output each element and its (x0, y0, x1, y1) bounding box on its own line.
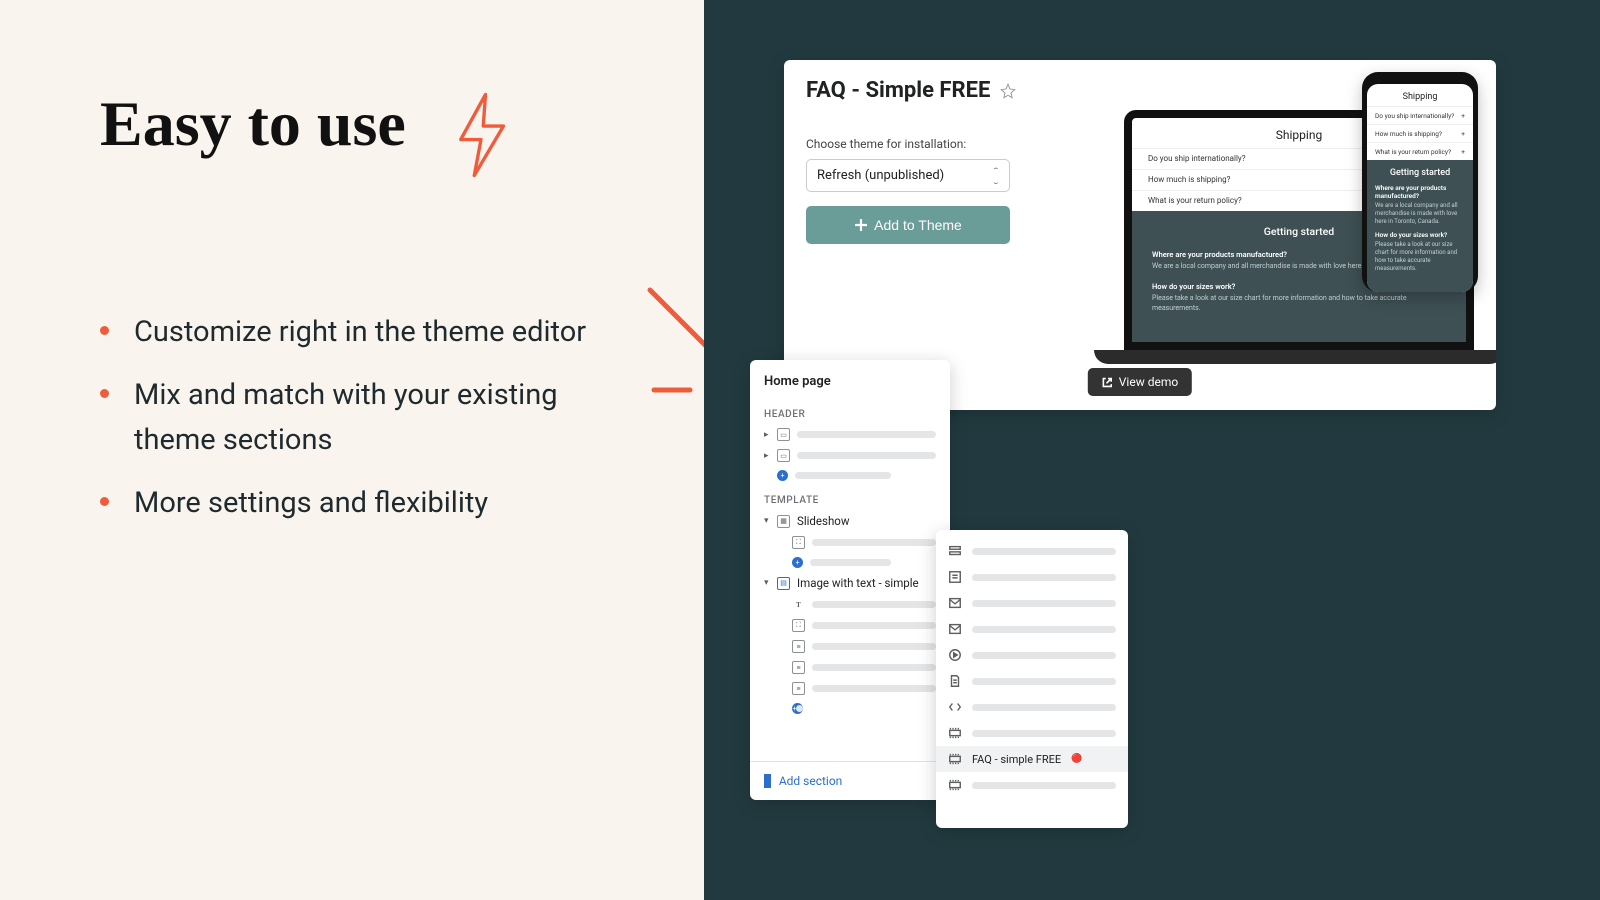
paragraph-icon: ≡ (792, 640, 805, 653)
editor-add-row[interactable]: + (750, 553, 950, 572)
caret-down-icon: ▾ (764, 516, 770, 526)
theme-select[interactable]: Refresh (unpublished) (806, 159, 1010, 192)
external-link-icon (1102, 377, 1113, 388)
editor-page-title: Home page (750, 360, 950, 399)
phone-mockup: Shipping Do you ship internationally?+ H… (1362, 72, 1478, 292)
plus-icon (854, 218, 868, 232)
image-text-icon: ▤ (777, 577, 790, 590)
star-icon[interactable] (1000, 83, 1016, 99)
picker-option[interactable] (936, 590, 1128, 616)
faq-answer: Please take a look at our size chart for… (1375, 241, 1465, 272)
editor-add-row[interactable]: + (750, 699, 950, 718)
section-icon (948, 726, 962, 740)
picker-option[interactable] (936, 564, 1128, 590)
picker-option[interactable] (936, 668, 1128, 694)
getting-started-heading: Getting started (1375, 168, 1465, 178)
page-heading: Easy to use (100, 90, 406, 157)
faq-question: Where are your products manufactured? (1375, 184, 1465, 200)
picker-option[interactable] (936, 616, 1128, 642)
paragraph-icon: ≡ (792, 661, 805, 674)
block-icon: ⛶ (792, 619, 805, 632)
faq-accordion-item[interactable]: How much is shipping?+ (1367, 124, 1473, 142)
laptop-base (1094, 350, 1496, 364)
slideshow-row[interactable]: ▾▦Slideshow (750, 510, 950, 532)
faq-accordion-item[interactable]: Do you ship internationally?+ (1367, 106, 1473, 124)
document-icon (948, 674, 962, 688)
view-demo-button[interactable]: View demo (1088, 368, 1192, 396)
left-panel: Easy to use Customize right in the theme… (0, 0, 704, 900)
header-label: HEADER (750, 399, 950, 424)
block-picker-popout: FAQ - simple FREE🔴 (936, 530, 1128, 828)
caret-right-icon: ▸ (764, 430, 770, 440)
paragraph-icon: ≡ (792, 682, 805, 695)
add-button-label: Add to Theme (874, 217, 962, 233)
editor-block-row[interactable]: ⛶ (750, 532, 950, 553)
browser-chrome (992, 470, 1496, 480)
block-icon: ⛶ (792, 536, 805, 549)
app-badge-icon: 🔴 (1071, 754, 1082, 764)
add-icon: + (764, 774, 771, 788)
bullet-item: Customize right in the theme editor (100, 310, 620, 355)
shoe-image (1193, 536, 1410, 760)
picker-option[interactable] (936, 538, 1128, 564)
section-icon: ▭ (777, 449, 790, 462)
faq-question: How do your sizes work? (1375, 231, 1465, 239)
add-section-button[interactable]: + Add section (750, 761, 950, 800)
mail-icon (948, 596, 962, 610)
play-icon (948, 648, 962, 662)
picker-option[interactable] (936, 772, 1128, 798)
picker-option[interactable] (936, 694, 1128, 720)
faq-accordion-item[interactable]: What is your return policy?+ (1367, 142, 1473, 160)
heading-wrap: Easy to use (100, 90, 634, 180)
add-icon: + (792, 557, 803, 568)
theme-select-value: Refresh (unpublished) (817, 168, 944, 183)
code-icon (948, 700, 962, 714)
editor-block-row[interactable]: T (750, 594, 950, 615)
image-with-text-row[interactable]: ▾▤Image with text - simple (750, 572, 950, 594)
demo-image-area (1184, 526, 1420, 769)
editor-block-row[interactable]: ≡ (750, 636, 950, 657)
picker-option[interactable] (936, 720, 1128, 746)
view-demo-label: View demo (1119, 375, 1178, 389)
add-icon: + (792, 703, 803, 714)
faq-answer: We are a local company and all merchandi… (1375, 202, 1465, 225)
text-icon: T (792, 598, 805, 611)
right-panel: FAQ - Simple FREE Choose theme for insta… (704, 0, 1600, 900)
image-icon: ▦ (777, 515, 790, 528)
install-card: FAQ - Simple FREE Choose theme for insta… (784, 60, 1496, 410)
editor-section-row[interactable]: ▸▭ (750, 445, 950, 466)
picker-option[interactable] (936, 642, 1128, 668)
caret-down-icon: ▾ (764, 578, 770, 588)
phone-notch (1399, 76, 1441, 82)
add-section-label: Add section (779, 774, 843, 788)
getting-started-block: Getting started Where are your products … (1367, 160, 1473, 292)
section-icon: ▭ (777, 428, 790, 441)
editor-block-row[interactable]: ≡ (750, 657, 950, 678)
bullet-list: Customize right in the theme editor Mix … (100, 310, 634, 526)
faq-shipping-heading: Shipping (1367, 84, 1473, 106)
editor-add-row[interactable]: + (750, 466, 950, 485)
section-icon (948, 752, 962, 766)
add-to-theme-button[interactable]: Add to Theme (806, 206, 1010, 244)
phone-screen: Shipping Do you ship internationally?+ H… (1367, 84, 1473, 292)
picker-option-faq[interactable]: FAQ - simple FREE🔴 (936, 746, 1128, 772)
lightning-icon (446, 90, 516, 180)
template-label: TEMPLATE (750, 485, 950, 510)
theme-editor-panel: Home page HEADER ▸▭ ▸▭ + TEMPLATE ▾▦Slid… (750, 360, 950, 800)
layout-icon (948, 544, 962, 558)
mail-icon (948, 622, 962, 636)
add-icon: + (777, 470, 788, 481)
install-title: FAQ - Simple FREE (806, 78, 990, 103)
caret-right-icon: ▸ (764, 451, 770, 461)
text-block-icon (948, 570, 962, 584)
editor-section-row[interactable]: ▸▭ (750, 424, 950, 445)
bullet-item: More settings and flexibility (100, 481, 620, 526)
bullet-item: Mix and match with your existing theme s… (100, 373, 620, 463)
faq-answer: Please take a look at our size chart for… (1152, 294, 1446, 314)
editor-block-row[interactable]: ≡ (750, 678, 950, 699)
editor-block-row[interactable]: ⛶ (750, 615, 950, 636)
section-icon (948, 778, 962, 792)
